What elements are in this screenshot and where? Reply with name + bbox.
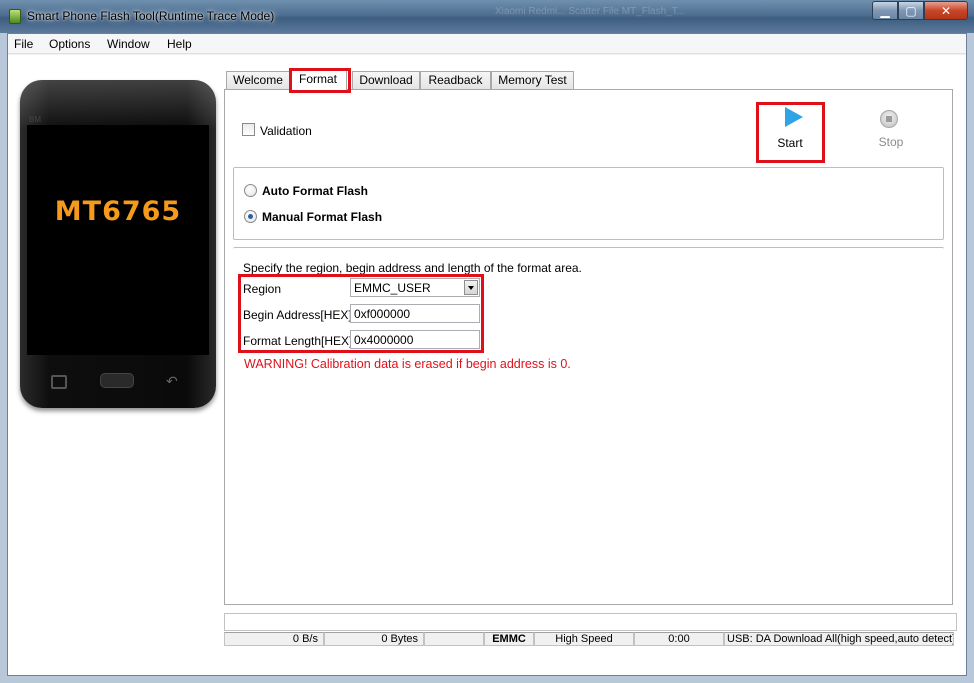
menu-options[interactable]: Options [49, 37, 90, 51]
close-icon: ✕ [940, 3, 952, 18]
play-icon [785, 107, 803, 127]
format-length-input[interactable]: 0x4000000 [350, 330, 480, 349]
phone-brand: BM [29, 115, 41, 124]
phone-glare [20, 80, 216, 130]
main-area: BM MT6765 ↶ Welcome Format Download Read… [8, 55, 966, 675]
begin-address-label: Begin Address[HEX]: [243, 308, 356, 322]
phone-illustration: BM MT6765 ↶ [20, 80, 216, 408]
region-value: EMMC_USER [354, 281, 431, 295]
calibration-warning: WARNING! Calibration data is erased if b… [244, 357, 571, 371]
status-bar: 0 B/s 0 Bytes EMMC High Speed 0:00 USB: … [224, 632, 954, 646]
format-mode-group: Auto Format Flash Manual Format Flash [233, 167, 944, 240]
auto-format-radio[interactable] [244, 184, 257, 197]
stop-button[interactable]: Stop [866, 110, 916, 150]
start-button[interactable]: Start [759, 98, 821, 153]
manual-format-label: Manual Format Flash [262, 210, 383, 224]
maximize-icon: ▢ [905, 3, 917, 18]
status-speed: 0 B/s [224, 632, 324, 646]
stop-icon [880, 110, 898, 128]
menu-window[interactable]: Window [107, 37, 150, 51]
start-label: Start [777, 136, 803, 150]
manual-format-group: Specify the region, begin address and le… [233, 247, 944, 602]
validation-label: Validation [260, 124, 312, 138]
format-length-label: Format Length[HEX]: [243, 334, 356, 348]
status-time: 0:00 [634, 632, 724, 646]
menu-bar: File Options Window Help [8, 34, 966, 54]
app-icon [9, 9, 21, 24]
status-empty [424, 632, 484, 646]
title-bar: Smart Phone Flash Tool(Runtime Trace Mod… [0, 0, 974, 33]
minimize-icon: ▁ [880, 3, 890, 18]
tab-download[interactable]: Download [352, 71, 420, 89]
background-window-text: Xiaomi Redmi... Scatter File MT_Flash_T.… [495, 6, 686, 17]
chip-model-label: MT6765 [54, 196, 182, 227]
format-panel: Validation Start Stop Auto Format Flash … [224, 89, 953, 605]
progress-strip [224, 613, 957, 631]
chevron-down-icon[interactable] [464, 280, 478, 295]
phone-screen [27, 125, 209, 355]
window-client: File Options Window Help BM MT6765 ↶ Wel… [7, 33, 967, 676]
auto-format-label: Auto Format Flash [262, 184, 369, 198]
status-usb: USB: DA Download All(high speed,auto det… [724, 632, 954, 646]
status-mode: High Speed [534, 632, 634, 646]
minimize-button[interactable]: ▁ [872, 1, 898, 20]
tab-welcome[interactable]: Welcome [226, 71, 290, 89]
maximize-button[interactable]: ▢ [898, 1, 924, 20]
tab-memory-test[interactable]: Memory Test [491, 71, 574, 89]
close-button[interactable]: ✕ [924, 1, 968, 20]
phone-menu-key-icon [51, 375, 67, 389]
region-label: Region [243, 282, 282, 296]
validation-checkbox[interactable] [242, 123, 255, 136]
menu-help[interactable]: Help [167, 37, 192, 51]
status-bytes: 0 Bytes [324, 632, 424, 646]
begin-address-input[interactable]: 0xf000000 [350, 304, 480, 323]
stop-label: Stop [878, 135, 904, 149]
format-instruction: Specify the region, begin address and le… [243, 261, 582, 275]
tab-readback[interactable]: Readback [420, 71, 491, 89]
manual-format-radio[interactable] [244, 210, 257, 223]
phone-home-key-icon [100, 373, 134, 388]
menu-file[interactable]: File [14, 37, 33, 51]
region-dropdown[interactable]: EMMC_USER [350, 278, 480, 297]
status-storage: EMMC [484, 632, 534, 646]
window-title: Smart Phone Flash Tool(Runtime Trace Mod… [27, 9, 275, 23]
tab-format[interactable]: Format [289, 69, 347, 90]
phone-back-key-icon: ↶ [166, 374, 178, 390]
window-controls: ▁ ▢ ✕ [872, 1, 968, 20]
